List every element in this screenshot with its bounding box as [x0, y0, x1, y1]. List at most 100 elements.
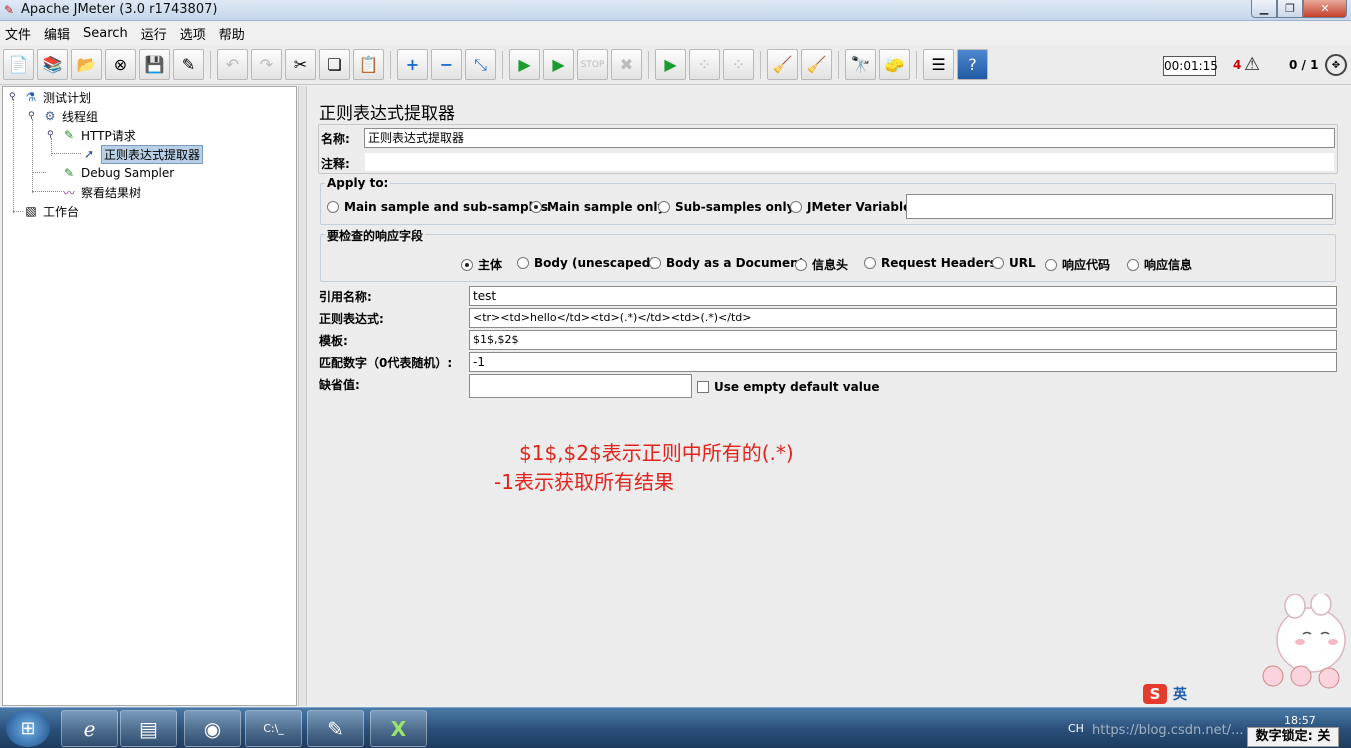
- gear-icon: ⚙: [44, 109, 56, 123]
- reset-search-icon[interactable]: 🧽: [879, 49, 910, 80]
- start-icon[interactable]: ▶: [509, 49, 540, 80]
- menu-search[interactable]: Search: [83, 26, 128, 41]
- shutdown-icon[interactable]: ✖: [611, 49, 642, 80]
- tree-node-regex-extractor[interactable]: ➚ 正则表达式提取器: [81, 144, 204, 164]
- tree-node-thread-group[interactable]: ⚙ 线程组: [42, 107, 98, 125]
- radio-body-as-document[interactable]: Body as a Document: [649, 256, 804, 270]
- elapsed-timer: 00:01:15: [1163, 56, 1218, 76]
- ref-name-field[interactable]: test: [469, 286, 1337, 306]
- collapse-icon[interactable]: −: [431, 49, 462, 80]
- clear-all-icon[interactable]: 🧹: [801, 49, 832, 80]
- default-value-field[interactable]: [469, 374, 692, 398]
- close-window-button[interactable]: ✕: [1303, 0, 1347, 18]
- remote-stop-icon[interactable]: ⁘: [689, 49, 720, 80]
- tree-toggle-http-request[interactable]: ⚲: [47, 131, 56, 140]
- maximize-button[interactable]: ❐: [1277, 0, 1303, 18]
- undo-icon[interactable]: ↶: [217, 49, 248, 80]
- test-plan-tree: ⚲ ⚲ ⚲ ⚗ 测试计划 ⚙ 线程组 ✎ HTTP请求 ➚ 正则表达式提取器 ✎…: [2, 86, 297, 706]
- stop-icon[interactable]: STOP: [577, 49, 608, 80]
- tree-node-test-plan[interactable]: ⚗ 测试计划: [23, 88, 91, 106]
- radio-sub-only[interactable]: Sub-samples only: [658, 200, 794, 214]
- radio-request-headers[interactable]: Request Headers: [864, 256, 997, 270]
- search-icon[interactable]: 🔭: [845, 49, 876, 80]
- apply-to-group: Apply to: Main sample and sub-samples Ma…: [320, 176, 1336, 225]
- jmeter-variable-field[interactable]: [906, 194, 1333, 219]
- ref-name-label: 引用名称:: [319, 290, 372, 304]
- comment-field[interactable]: [364, 152, 1335, 172]
- name-label: 名称:: [321, 132, 350, 146]
- tree-node-view-results-tree[interactable]: 〰 察看结果树: [61, 183, 141, 201]
- open-icon[interactable]: 📂: [71, 49, 102, 80]
- name-field[interactable]: 正则表达式提取器: [364, 128, 1335, 148]
- remote-exit-icon[interactable]: ⁘: [723, 49, 754, 80]
- tree-toggle-thread-group[interactable]: ⚲: [28, 112, 37, 121]
- start-no-pauses-icon[interactable]: ▶: [543, 49, 574, 80]
- menu-bar: 文件 编辑 Search 运行 选项 帮助: [0, 21, 1351, 45]
- regex-field[interactable]: <tr><td>hello</td><td>(.*)</td><td>(.*)<…: [469, 308, 1337, 328]
- pipette-icon: ✎: [63, 128, 75, 142]
- split-pane-divider[interactable]: [298, 86, 307, 706]
- match-no-label: 匹配数字（0代表随机）:: [319, 356, 453, 370]
- help-icon[interactable]: ?: [957, 49, 988, 80]
- tray-language[interactable]: CH: [1068, 722, 1084, 735]
- title-bar: ✎ Apache JMeter (3.0 r1743807) ▁ ❐ ✕: [0, 0, 1351, 21]
- template-field[interactable]: $1$,$2$: [469, 330, 1337, 350]
- regex-label: 正则表达式:: [319, 312, 384, 326]
- arrow-icon: ➚: [83, 147, 95, 161]
- radio-body-unescaped[interactable]: Body (unescaped): [517, 256, 656, 270]
- menu-edit[interactable]: 编辑: [44, 24, 70, 43]
- menu-run[interactable]: 运行: [141, 24, 167, 43]
- radio-jmeter-variable[interactable]: JMeter Variable: [790, 200, 911, 214]
- ime-language-label[interactable]: 英: [1173, 684, 1187, 704]
- tree-node-debug-sampler[interactable]: ✎ Debug Sampler: [61, 164, 174, 182]
- template-label: 模板:: [319, 334, 348, 348]
- ie-taskbar-icon[interactable]: ℯ: [61, 710, 118, 747]
- jmeter-taskbar-icon[interactable]: ✎: [307, 710, 364, 747]
- match-no-field[interactable]: -1: [469, 352, 1337, 372]
- default-value-label: 缺省值:: [319, 378, 360, 392]
- clear-icon[interactable]: 🧹: [767, 49, 798, 80]
- start-button[interactable]: ⊞: [6, 710, 50, 747]
- numlock-indicator: 数字锁定: 关: [1247, 727, 1339, 747]
- radio-url[interactable]: URL: [992, 256, 1036, 270]
- comment-label: 注释:: [321, 157, 350, 171]
- xshell-taskbar-icon[interactable]: X: [370, 710, 427, 747]
- save-as-icon[interactable]: ✎: [173, 49, 204, 80]
- radio-main-and-sub[interactable]: Main sample and sub-samples: [327, 200, 548, 214]
- remote-status-icon[interactable]: ✥: [1325, 54, 1347, 76]
- save-icon[interactable]: 💾: [139, 49, 170, 80]
- templates-icon[interactable]: 📚: [37, 49, 68, 80]
- minimize-button[interactable]: ▁: [1251, 0, 1277, 18]
- menu-file[interactable]: 文件: [5, 24, 31, 43]
- radio-headers[interactable]: 信息头: [795, 256, 848, 273]
- radio-main-only[interactable]: Main sample only: [530, 200, 665, 214]
- redo-icon[interactable]: ↷: [251, 49, 282, 80]
- tree-toggle-test-plan[interactable]: ⚲: [9, 93, 18, 102]
- remote-start-icon[interactable]: ▶: [655, 49, 686, 80]
- new-icon[interactable]: 📄: [3, 49, 34, 80]
- use-empty-default-checkbox[interactable]: Use empty default value: [697, 380, 880, 394]
- radio-response-message[interactable]: 响应信息: [1127, 256, 1192, 273]
- menu-help[interactable]: 帮助: [219, 24, 245, 43]
- explorer-taskbar-icon[interactable]: ▤: [120, 710, 177, 747]
- radio-response-code[interactable]: 响应代码: [1045, 256, 1110, 273]
- paste-icon[interactable]: 📋: [353, 49, 384, 80]
- close-icon[interactable]: ⊗: [105, 49, 136, 80]
- function-helper-icon[interactable]: ☰: [923, 49, 954, 80]
- menu-options[interactable]: 选项: [180, 24, 206, 43]
- windows-taskbar: ⊞ ℯ ▤ ◉ C:\_ ✎ X CH https://blog.csdn.ne…: [0, 707, 1351, 748]
- toggle-icon[interactable]: ⤡: [465, 49, 496, 80]
- chrome-taskbar-icon[interactable]: ◉: [184, 710, 241, 747]
- panel-title: 正则表达式提取器: [319, 104, 455, 124]
- warning-icon[interactable]: ⚠: [1244, 54, 1260, 75]
- tree-node-http-request[interactable]: ✎ HTTP请求: [61, 126, 136, 144]
- tree-node-workbench[interactable]: ▧ 工作台: [23, 202, 79, 220]
- radio-body[interactable]: 主体: [461, 256, 502, 273]
- cmd-taskbar-icon[interactable]: C:\_: [245, 710, 302, 747]
- error-count: 4: [1233, 58, 1242, 72]
- copy-icon[interactable]: ❏: [319, 49, 350, 80]
- tray-clock[interactable]: 18:57: [1284, 714, 1316, 727]
- cut-icon[interactable]: ✂: [285, 49, 316, 80]
- expand-icon[interactable]: +: [397, 49, 428, 80]
- sogou-s-icon[interactable]: S: [1143, 684, 1167, 704]
